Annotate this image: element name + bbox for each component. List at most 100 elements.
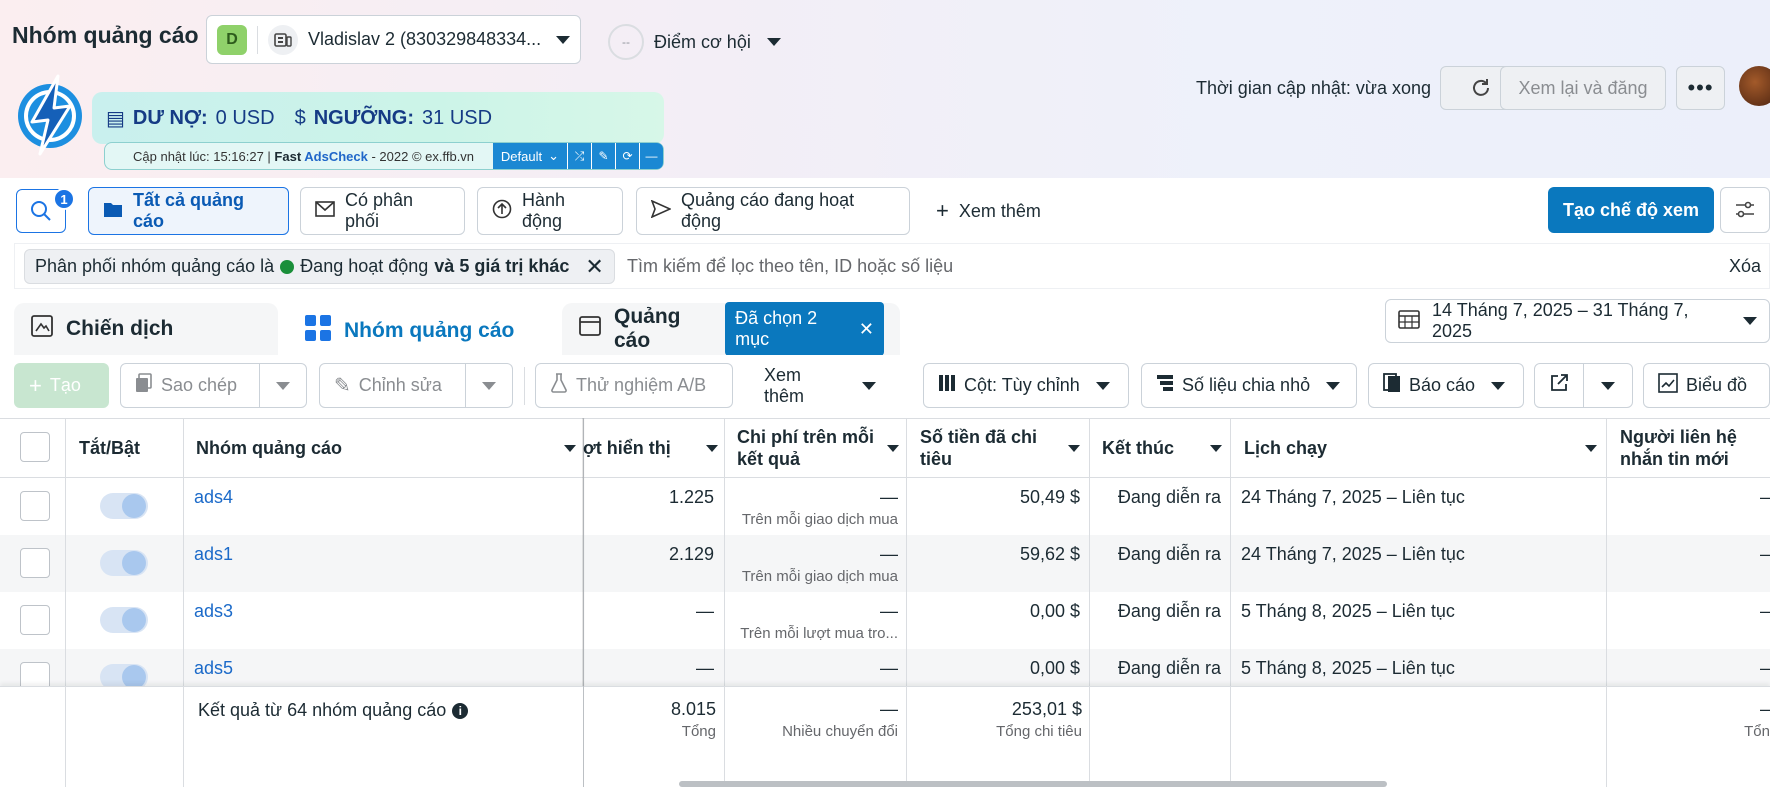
row-checkbox[interactable] <box>20 605 50 635</box>
view-delivering[interactable]: Có phân phối <box>300 187 465 235</box>
divider <box>724 535 725 592</box>
info-icon[interactable]: i <box>452 702 469 719</box>
row-checkbox[interactable] <box>20 662 50 686</box>
sort-icon[interactable] <box>1068 444 1080 452</box>
table-row[interactable]: ads1 2.129 — Trên mỗi giao dịch mua 59,6… <box>0 535 1770 592</box>
create-view-button[interactable]: Tạo chế độ xem <box>1548 187 1714 233</box>
charts-button[interactable]: Biểu đồ <box>1643 363 1770 408</box>
export-button[interactable] <box>1534 363 1584 408</box>
status-toggle[interactable] <box>100 664 148 686</box>
columns-icon <box>938 374 956 397</box>
footer-impressions: 8.015 <box>670 699 716 719</box>
breakdown-button[interactable]: Số liệu chia nhỏ <box>1141 363 1357 408</box>
opportunity-score[interactable]: -- Điểm cơ hội <box>608 24 781 60</box>
minimize-icon[interactable]: — <box>639 143 663 169</box>
divider <box>1089 478 1090 535</box>
edit-button[interactable]: ✎ Chỉnh sửa <box>319 363 466 408</box>
divider <box>1606 478 1607 535</box>
header-messaging-contacts[interactable]: Người liên hệ nhắn tin mới <box>1620 418 1770 478</box>
more-actions-button[interactable]: Xem thêm <box>750 363 890 408</box>
sort-icon[interactable] <box>887 444 899 452</box>
ads-check-profile-dropdown[interactable]: Default ⌄ <box>492 143 567 169</box>
see-more-views-button[interactable]: + Xem thêm <box>922 187 1062 235</box>
adset-name-link[interactable]: ads5 <box>194 658 233 679</box>
footer-cpr-sub: Nhiều chuyển đổi <box>782 723 898 740</box>
more-options-button[interactable]: ••• <box>1676 66 1725 110</box>
view-active-ads[interactable]: Quảng cáo đang hoạt động <box>636 187 910 235</box>
date-range-picker[interactable]: 14 Tháng 7, 2025 – 31 Tháng 7, 2025 <box>1385 299 1770 343</box>
status-toggle[interactable] <box>100 607 148 633</box>
header-cost-per-result[interactable]: Chi phí trên mỗi kết quả <box>737 418 899 478</box>
divider <box>1606 649 1607 686</box>
divider <box>183 649 184 686</box>
edit-icon[interactable]: ✎ <box>591 143 615 169</box>
edit-dropdown[interactable] <box>465 363 513 408</box>
clear-filters-link[interactable]: Xóa <box>1729 256 1761 277</box>
page-title: Nhóm quảng cáo <box>12 22 199 48</box>
reports-button[interactable]: Báo cáo <box>1368 363 1524 408</box>
report-icon <box>1383 373 1401 398</box>
chevron-down-icon <box>1095 381 1110 390</box>
view-settings-button[interactable] <box>1720 187 1770 233</box>
chevron-down-icon <box>862 381 876 390</box>
status-toggle[interactable] <box>100 493 148 519</box>
view-all-ads[interactable]: Tất cả quảng cáo <box>88 187 289 235</box>
selected-items-chip[interactable]: Đã chọn 2 mục ✕ <box>725 302 884 356</box>
close-icon[interactable]: ✕ <box>859 319 874 340</box>
header-adset-name[interactable]: Nhóm quảng cáo <box>196 418 576 478</box>
account-selector[interactable]: D Vladislav 2 (830329848334... <box>206 15 581 64</box>
status-toggle[interactable] <box>100 550 148 576</box>
row-checkbox[interactable] <box>20 548 50 578</box>
chevron-down-icon <box>766 38 781 46</box>
shuffle-icon[interactable]: ⤮ <box>567 143 591 169</box>
adset-name-link[interactable]: ads1 <box>194 544 233 565</box>
table-row[interactable]: ads4 1.225 — Trên mỗi giao dịch mua 50,4… <box>0 478 1770 535</box>
columns-button[interactable]: Cột: Tùy chỉnh <box>923 363 1129 408</box>
view-actions[interactable]: Hành động <box>477 187 623 235</box>
adset-name-link[interactable]: ads3 <box>194 601 233 622</box>
header-impressions[interactable]: ợt hiển thị <box>583 418 718 478</box>
divider <box>906 649 907 686</box>
refresh-icon <box>1472 79 1489 96</box>
filter-search-input[interactable]: Tìm kiếm để lọc theo tên, ID hoặc số liệ… <box>627 256 953 277</box>
duplicate-button[interactable]: Sao chép <box>120 363 260 408</box>
table-row[interactable]: ads3 — — Trên mỗi lượt mua tro... 0,00 $… <box>0 592 1770 649</box>
chevron-down-icon <box>1601 381 1615 390</box>
select-all-checkbox[interactable] <box>20 432 50 462</box>
chart-icon <box>1658 373 1678 398</box>
horizontal-scrollbar[interactable] <box>679 781 1387 787</box>
create-button[interactable]: + Tạo <box>14 363 109 408</box>
export-dropdown[interactable] <box>1583 363 1633 408</box>
header-schedule[interactable]: Lịch chạy <box>1244 418 1597 478</box>
footer-spent-sub: Tổng chi tiêu <box>996 723 1082 740</box>
header-amount-spent[interactable]: Số tiền đã chi tiêu <box>920 418 1080 478</box>
dollar-icon: $ <box>294 106 306 129</box>
refresh-icon[interactable]: ⟳ <box>615 143 639 169</box>
ab-test-button[interactable]: Thử nghiệm A/B <box>535 363 733 408</box>
sort-icon[interactable] <box>706 444 718 452</box>
more-icon: ••• <box>1687 75 1714 100</box>
row-checkbox[interactable] <box>20 491 50 521</box>
sort-icon[interactable] <box>1585 444 1597 452</box>
tab-ads[interactable]: Quảng cáo Đã chọn 2 mục ✕ <box>562 302 900 356</box>
review-publish-button[interactable]: Xem lại và đăng <box>1500 66 1666 110</box>
close-icon[interactable]: ✕ <box>585 254 603 280</box>
divider <box>183 478 184 535</box>
end-value: Đang diễn ra <box>1117 487 1221 507</box>
spent-value: 59,62 $ <box>1019 544 1080 564</box>
adset-name-link[interactable]: ads4 <box>194 487 233 508</box>
table-row[interactable]: ads5 — — 0,00 $ Đang diễn ra 5 Tháng 8, … <box>0 649 1770 686</box>
duplicate-dropdown[interactable] <box>259 363 307 408</box>
tab-adsets[interactable]: Nhóm quảng cáo <box>288 303 550 359</box>
filter-chip[interactable]: Phân phối nhóm quảng cáo là Đang hoạt độ… <box>24 249 615 284</box>
contacts-value: – <box>1759 658 1770 678</box>
plus-icon: + <box>29 372 42 398</box>
sort-icon[interactable] <box>1210 444 1222 452</box>
impressions-value: 2.129 <box>668 544 714 564</box>
divider <box>583 686 584 787</box>
tab-campaigns[interactable]: Chiến dịch <box>14 303 278 355</box>
divider <box>1230 592 1231 649</box>
divider <box>1089 649 1090 686</box>
sort-icon[interactable] <box>564 444 576 452</box>
header-end[interactable]: Kết thúc <box>1102 418 1222 478</box>
